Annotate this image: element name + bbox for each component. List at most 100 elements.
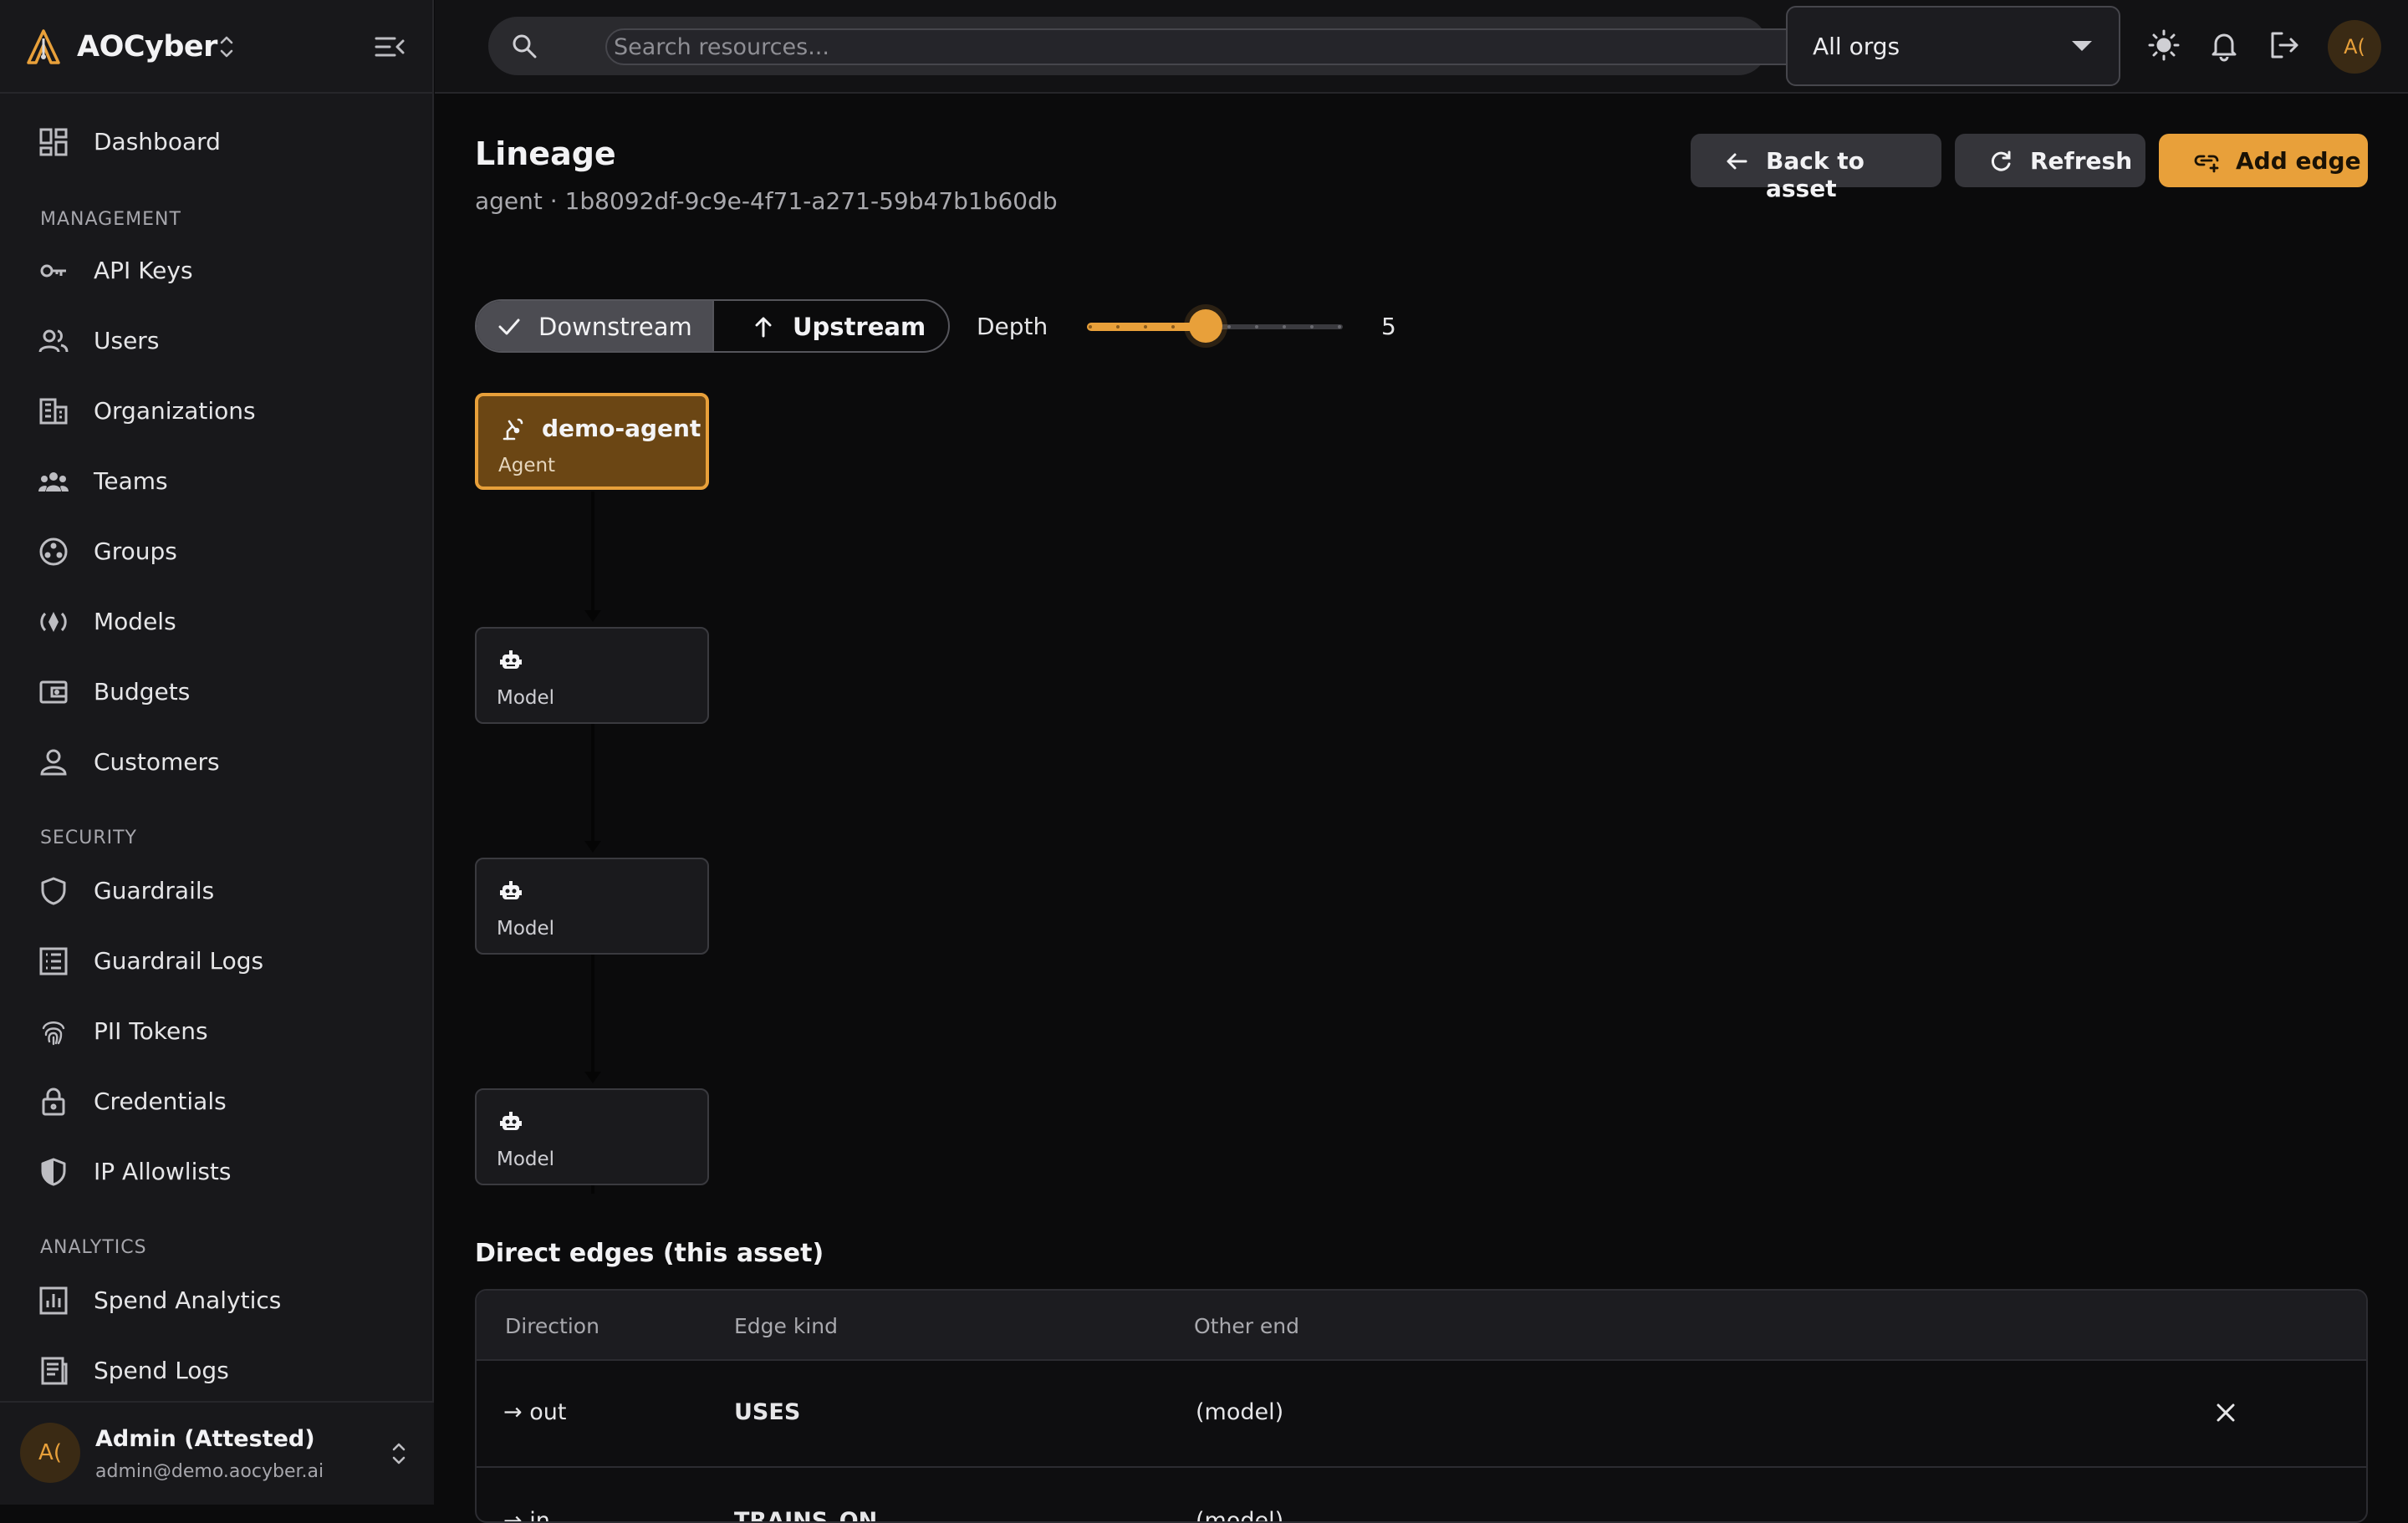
- graph-node-model[interactable]: Model: [475, 858, 709, 955]
- depth-value: 5: [1381, 313, 1396, 340]
- section-label-management: MANAGEMENT: [40, 209, 181, 230]
- sidebar-item-label: Users: [94, 327, 160, 354]
- building-icon: [39, 398, 68, 425]
- sidebar-item-teams[interactable]: Teams: [0, 451, 434, 512]
- add-edge-label: Add edge: [2236, 147, 2361, 175]
- sidebar-item-label: Spend Analytics: [94, 1286, 282, 1314]
- close-icon[interactable]: [2211, 1398, 2241, 1428]
- downstream-toggle[interactable]: Downstream: [477, 301, 714, 351]
- sidebar-item-label: API Keys: [94, 257, 193, 284]
- avatar[interactable]: A(: [2328, 20, 2381, 74]
- collapse-sidebar-icon[interactable]: [373, 30, 406, 64]
- back-to-asset-button[interactable]: Back to asset: [1691, 134, 1941, 202]
- edges-section-title: Direct edges (this asset): [475, 1239, 824, 1268]
- sidebar-item-pii-tokens[interactable]: PII Tokens: [0, 1001, 434, 1062]
- sidebar-item-groups[interactable]: Groups: [0, 522, 434, 582]
- groups-icon: [39, 537, 68, 566]
- upstream-label: Upstream: [793, 313, 926, 341]
- graph-edge: [591, 492, 594, 617]
- upstream-toggle[interactable]: Upstream: [714, 301, 948, 351]
- org-select[interactable]: All orgs: [1786, 6, 2120, 86]
- org-select-value: All orgs: [1813, 33, 1900, 60]
- users-icon: [38, 329, 69, 353]
- depth-slider[interactable]: [1087, 309, 1343, 343]
- slider-tick: [1144, 325, 1147, 329]
- edges-table: Direction Edge kind Other end → out USES…: [475, 1289, 2368, 1523]
- search-icon: [513, 34, 537, 59]
- sidebar-item-label: Dashboard: [94, 128, 221, 155]
- edge-other-end[interactable]: (model): [1196, 1399, 1283, 1425]
- section-label-analytics: ANALYTICS: [40, 1237, 147, 1258]
- slider-thumb[interactable]: [1189, 309, 1222, 343]
- chevron-updown-icon[interactable]: [390, 1439, 408, 1468]
- arrow-up-icon: [755, 317, 772, 338]
- teams-icon: [38, 472, 69, 492]
- sidebar-item-organizations[interactable]: Organizations: [0, 381, 434, 441]
- node-kind: Agent: [498, 455, 556, 476]
- sidebar-item-label: Models: [94, 608, 176, 635]
- graph-node-model[interactable]: Model: [475, 627, 709, 724]
- sidebar-item-guardrail-logs[interactable]: Guardrail Logs: [0, 931, 434, 991]
- sidebar-item-label: Spend Logs: [94, 1357, 229, 1384]
- sidebar-item-label: Guardrail Logs: [94, 947, 264, 975]
- edge-kind: USES: [734, 1399, 801, 1425]
- sidebar-item-spend-logs[interactable]: Spend Logs: [0, 1341, 434, 1401]
- add-edge-button[interactable]: Add edge: [2159, 134, 2368, 187]
- slider-tick: [1255, 325, 1258, 329]
- sidebar-item-label: Organizations: [94, 397, 256, 425]
- refresh-icon: [1991, 150, 2011, 171]
- key-icon: [40, 264, 66, 278]
- sidebar-item-customers[interactable]: Customers: [0, 732, 434, 792]
- graph-edge: [591, 1185, 594, 1194]
- column-header-other-end: Other end: [1194, 1314, 1300, 1338]
- user-menu[interactable]: A( Admin (Attested) admin@demo.aocyber.a…: [0, 1401, 434, 1505]
- sidebar: AOCyber Dashboard MANAGEMENT API Keys Us…: [0, 0, 434, 1505]
- link-add-icon: [2194, 155, 2219, 173]
- robot-icon: [500, 1112, 522, 1130]
- slider-tick: [1089, 325, 1092, 329]
- graph-node-model[interactable]: Model: [475, 1088, 709, 1185]
- direction-toggle: Downstream Upstream: [475, 299, 950, 353]
- sun-icon[interactable]: [2147, 28, 2181, 62]
- shield-half-icon: [41, 1158, 66, 1186]
- avatar: A(: [20, 1423, 80, 1483]
- sidebar-item-models[interactable]: Models: [0, 592, 434, 652]
- back-to-asset-label: Back to asset: [1766, 147, 1865, 202]
- refresh-button[interactable]: Refresh: [1955, 134, 2145, 187]
- sidebar-item-spend-analytics[interactable]: Spend Analytics: [0, 1271, 434, 1331]
- sidebar-item-budgets[interactable]: Budgets: [0, 662, 434, 722]
- sidebar-item-credentials[interactable]: Credentials: [0, 1072, 434, 1132]
- table-row: → out USES (model): [477, 1361, 2366, 1468]
- bell-icon[interactable]: [2207, 28, 2241, 62]
- slider-tick: [1310, 325, 1314, 329]
- edge-other-end[interactable]: (model): [1196, 1508, 1283, 1521]
- lock-icon: [42, 1087, 65, 1116]
- sidebar-item-users[interactable]: Users: [0, 311, 434, 371]
- graph-node-agent[interactable]: demo-agent Agent: [475, 393, 709, 490]
- arrow-down-icon: [584, 610, 601, 622]
- sidebar-item-api-keys[interactable]: API Keys: [0, 241, 434, 301]
- shield-icon: [41, 877, 66, 905]
- brand-header: AOCyber: [0, 0, 434, 94]
- column-header-edge-kind: Edge kind: [734, 1314, 838, 1338]
- edge-direction: → out: [503, 1399, 567, 1425]
- logout-icon[interactable]: [2268, 28, 2301, 62]
- sidebar-item-dashboard[interactable]: Dashboard: [0, 112, 434, 172]
- robot-icon: [500, 650, 522, 669]
- wallet-icon: [39, 680, 68, 704]
- sidebar-item-ip-allowlists[interactable]: IP Allowlists: [0, 1142, 434, 1202]
- search-input[interactable]: [605, 28, 1819, 65]
- sidebar-item-label: Teams: [94, 467, 168, 495]
- downstream-label: Downstream: [538, 313, 692, 341]
- edge-kind: TRAINS_ON: [734, 1508, 878, 1523]
- node-kind: Model: [497, 1149, 555, 1170]
- section-label-security: SECURITY: [40, 828, 137, 848]
- chevron-updown-icon[interactable]: [216, 32, 237, 62]
- sidebar-item-guardrails[interactable]: Guardrails: [0, 861, 434, 921]
- depth-label: Depth: [977, 313, 1048, 340]
- user-name: Admin (Attested): [95, 1426, 315, 1452]
- app-name: AOCyber: [77, 30, 217, 64]
- page-title: Lineage: [475, 135, 616, 172]
- column-header-direction: Direction: [505, 1314, 599, 1338]
- robot-icon: [500, 881, 522, 899]
